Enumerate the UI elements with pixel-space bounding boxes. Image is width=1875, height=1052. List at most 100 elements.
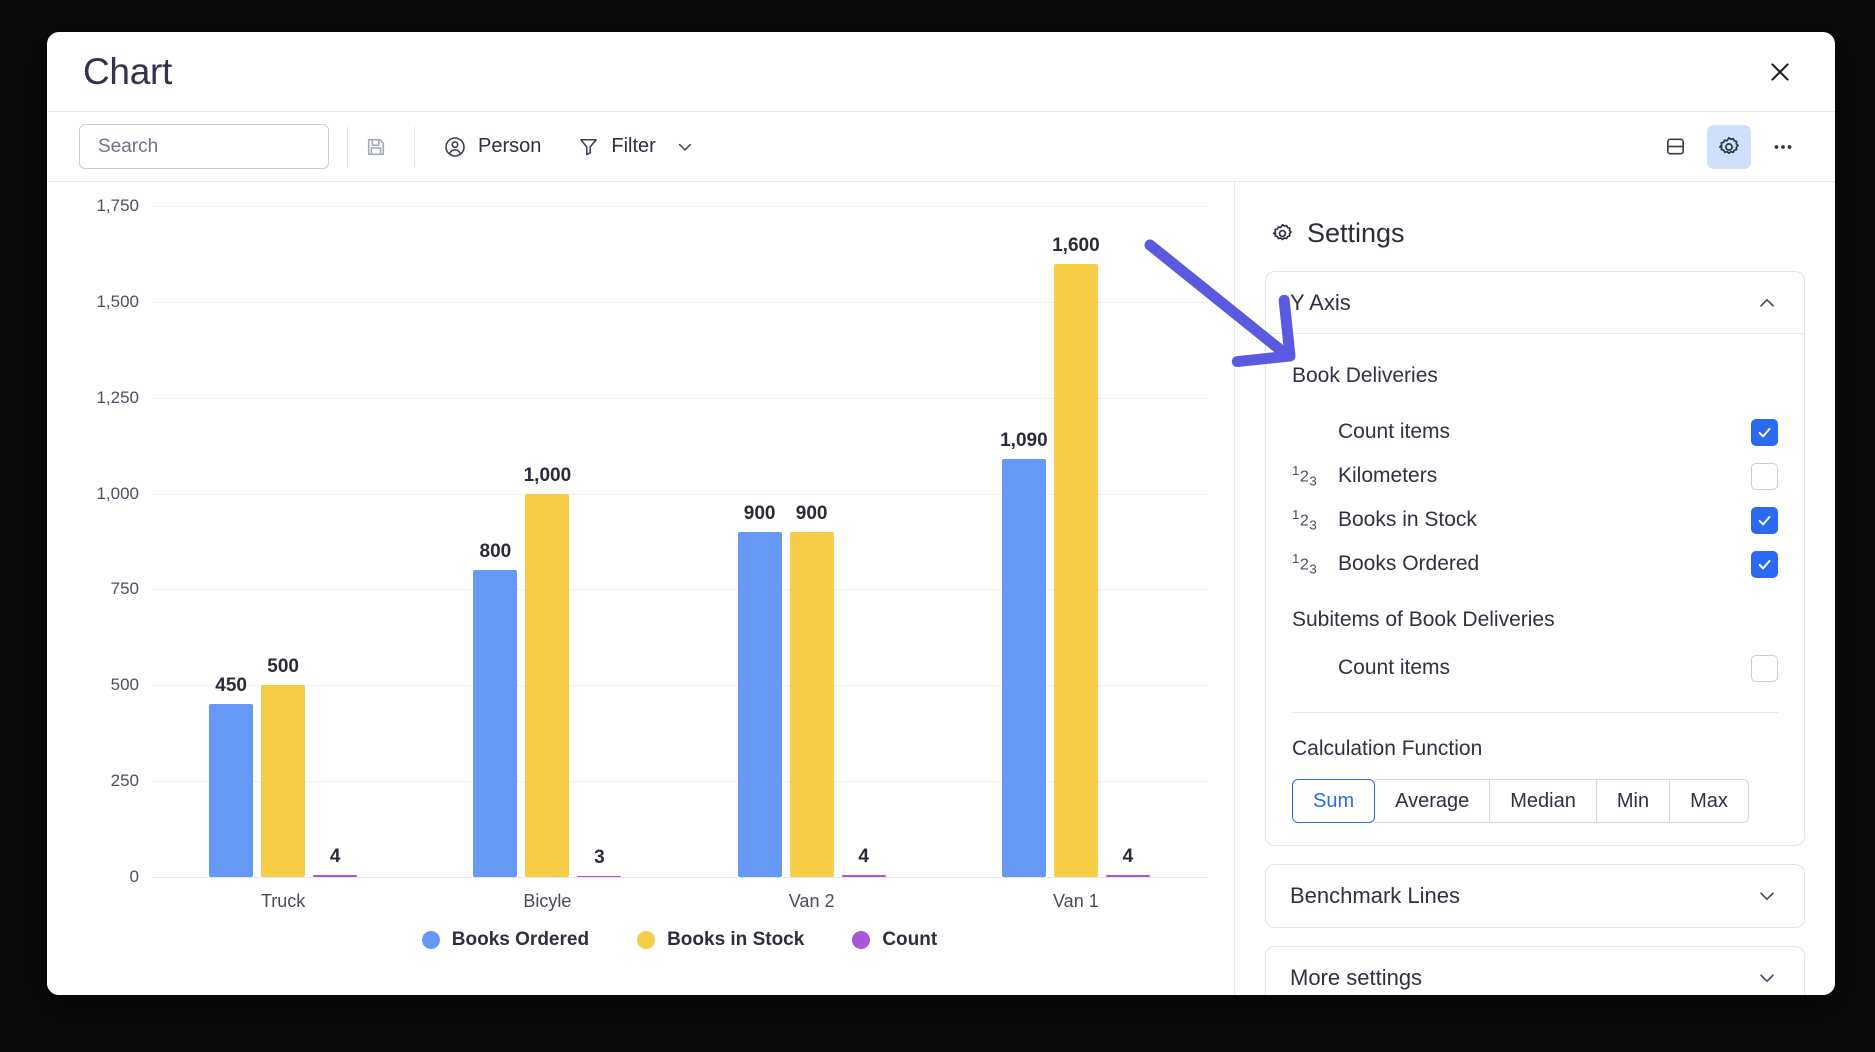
chart-bar[interactable] bbox=[841, 875, 886, 877]
chart-bar[interactable] bbox=[1001, 459, 1046, 877]
layout-toggle-button[interactable] bbox=[1653, 125, 1697, 169]
settings-option-row[interactable]: 123 Kilometers bbox=[1292, 454, 1778, 498]
person-button[interactable]: Person bbox=[431, 125, 553, 169]
y-axis-tick-label: 1,000 bbox=[96, 483, 139, 503]
save-button[interactable] bbox=[354, 125, 398, 169]
y-axis-tick-label: 1,750 bbox=[96, 196, 139, 215]
toolbar-divider-0 bbox=[347, 126, 348, 167]
y-axis-subitem-list: Count items bbox=[1292, 646, 1778, 690]
x-axis-category-label: Van 2 bbox=[788, 891, 835, 911]
ellipsis-icon bbox=[1774, 144, 1792, 149]
y-axis-tick-label: 500 bbox=[110, 675, 139, 695]
more-settings-card: More settings bbox=[1265, 946, 1805, 995]
settings-option-row[interactable]: Count items bbox=[1292, 410, 1778, 454]
settings-option-row[interactable]: 123 Books Ordered bbox=[1292, 542, 1778, 586]
legend-item[interactable]: Count bbox=[852, 929, 937, 951]
settings-option-label: Books in Stock bbox=[1338, 508, 1477, 531]
settings-option-label: Books Ordered bbox=[1338, 552, 1480, 575]
chart-bar-value-label: 800 bbox=[479, 541, 512, 563]
x-axis-category-label: Truck bbox=[260, 891, 306, 911]
chart-bar[interactable] bbox=[261, 685, 306, 877]
chart-bar[interactable] bbox=[209, 704, 254, 877]
screen: Chart Search Person Filter 0 250 500 750… bbox=[0, 0, 1875, 1052]
legend-label: Books in Stock bbox=[667, 929, 805, 950]
checkmark-icon bbox=[1758, 427, 1771, 437]
filter-dropdown-button[interactable] bbox=[668, 125, 702, 169]
chart-pane: 0 250 500 750 1,000 1,250 1,500 1,750 450 500 4 Tr… bbox=[47, 182, 1235, 995]
benchmark-lines-title: Benchmark Lines bbox=[1290, 883, 1460, 908]
calc-function-option-median[interactable]: Median bbox=[1490, 779, 1597, 823]
more-settings-card-header[interactable]: More settings bbox=[1266, 947, 1804, 995]
chart-bar[interactable] bbox=[525, 493, 570, 877]
settings-option-checkbox[interactable] bbox=[1751, 506, 1778, 534]
y-axis-tick-label: 1,500 bbox=[96, 291, 139, 311]
settings-option-checkbox[interactable] bbox=[1751, 550, 1778, 578]
chart-bar-value-label: 900 bbox=[743, 502, 776, 524]
chart-bar-value-label: 4 bbox=[329, 846, 341, 868]
chart-bar-wrapper: 900 bbox=[737, 206, 782, 877]
chart-bar-wrapper: 500 bbox=[261, 206, 306, 877]
settings-option-row[interactable]: Count items bbox=[1292, 646, 1778, 690]
chart-bar[interactable] bbox=[737, 531, 782, 877]
settings-option-checkbox[interactable] bbox=[1751, 418, 1778, 446]
x-axis-category-label: Van 1 bbox=[1053, 891, 1099, 911]
chart-bar-value-label: 1,600 bbox=[1052, 234, 1100, 256]
legend-label: Count bbox=[882, 929, 938, 950]
chart-bar-wrapper: 450 bbox=[209, 206, 254, 877]
y-axis-tick-label: 1,250 bbox=[96, 387, 139, 407]
legend-color-dot bbox=[852, 931, 871, 949]
gear-icon bbox=[1272, 223, 1292, 241]
settings-option-checkbox[interactable] bbox=[1751, 462, 1778, 490]
chart-bar[interactable] bbox=[313, 875, 358, 877]
calculation-function-segmented: Sum Average Median Min Max bbox=[1292, 779, 1778, 823]
chevron-up-icon bbox=[1760, 298, 1774, 307]
chart-bar-value-label: 3 bbox=[594, 846, 605, 868]
legend-label: Books Ordered bbox=[451, 929, 590, 950]
chart-bar-value-label: 450 bbox=[215, 675, 247, 697]
chart-bar[interactable] bbox=[1053, 263, 1098, 877]
legend-item[interactable]: Books Ordered bbox=[421, 929, 590, 951]
y-axis-card-body: Book Deliveries Count items 123 Kilometers… bbox=[1266, 334, 1804, 845]
chart-bar-group: 450 500 4 Truck bbox=[151, 206, 415, 911]
benchmark-lines-card: Benchmark Lines bbox=[1265, 864, 1805, 928]
calculation-function-label: Calculation Function bbox=[1292, 737, 1483, 760]
more-settings-title: More settings bbox=[1290, 965, 1423, 990]
chart-bar-wrapper: 4 bbox=[313, 206, 358, 877]
chart-bar-value-label: 900 bbox=[795, 502, 828, 524]
search-input[interactable] bbox=[98, 135, 343, 158]
settings-option-row[interactable]: 123 Books in Stock bbox=[1292, 498, 1778, 542]
chevron-down-icon bbox=[678, 143, 691, 151]
y-axis-tick-label: 0 bbox=[129, 867, 139, 886]
settings-panel: Settings Y Axis Book Deliveries Count it… bbox=[1235, 182, 1835, 995]
legend-color-dot bbox=[421, 931, 440, 949]
benchmark-lines-card-header[interactable]: Benchmark Lines bbox=[1266, 865, 1804, 927]
close-button[interactable] bbox=[1759, 51, 1801, 93]
y-axis-card-title: Y Axis bbox=[1290, 289, 1351, 315]
legend-color-dot bbox=[637, 931, 656, 949]
split-layout-icon bbox=[1666, 138, 1684, 155]
calc-function-option-min[interactable]: Min bbox=[1596, 779, 1671, 823]
filter-label: Filter bbox=[611, 135, 656, 157]
settings-divider bbox=[1292, 712, 1778, 713]
y-axis-card-header[interactable]: Y Axis bbox=[1266, 272, 1804, 334]
search-box[interactable] bbox=[79, 124, 343, 169]
calc-function-option-sum[interactable]: Sum bbox=[1292, 779, 1376, 823]
more-options-button[interactable] bbox=[1761, 125, 1805, 169]
chart-bar-wrapper: 900 bbox=[789, 206, 834, 877]
chart-bar[interactable] bbox=[1105, 875, 1150, 877]
chart-bar[interactable] bbox=[789, 531, 834, 877]
chart-bar[interactable] bbox=[473, 570, 518, 877]
settings-title: Settings bbox=[1307, 218, 1405, 248]
settings-header: Settings bbox=[1271, 218, 1805, 249]
filter-button[interactable]: Filter bbox=[565, 125, 667, 169]
chart-bar-wrapper: 4 bbox=[1105, 206, 1150, 877]
calc-function-option-max[interactable]: Max bbox=[1670, 779, 1749, 823]
modal-body: 0 250 500 750 1,000 1,250 1,500 1,750 450 500 4 Tr… bbox=[47, 182, 1835, 995]
number-field-icon: 123 bbox=[1292, 463, 1318, 489]
legend-item[interactable]: Books in Stock bbox=[637, 929, 804, 951]
calc-function-option-average[interactable]: Average bbox=[1375, 779, 1491, 823]
person-icon bbox=[445, 136, 465, 157]
chart-bar[interactable] bbox=[577, 875, 622, 877]
settings-toggle-button[interactable] bbox=[1707, 124, 1751, 169]
settings-option-checkbox[interactable] bbox=[1751, 654, 1778, 682]
